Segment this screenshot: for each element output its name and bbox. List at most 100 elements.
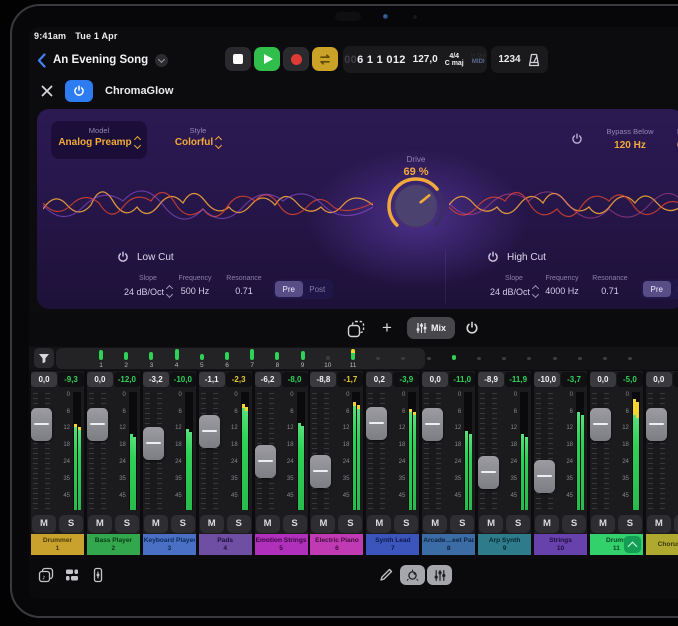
solo-button[interactable]: S: [338, 515, 362, 533]
bypass-below-control[interactable]: Bypass Below 120 Hz: [589, 127, 671, 151]
record-button[interactable]: [283, 47, 309, 71]
overview-channel[interactable]: [395, 347, 411, 370]
mute-button[interactable]: M: [32, 515, 56, 533]
overview-channel[interactable]: [370, 347, 386, 370]
low-cut-res-value[interactable]: 0.71: [219, 286, 269, 296]
overview-channel[interactable]: [471, 347, 487, 370]
add-track-button[interactable]: +: [376, 316, 398, 340]
back-chevron-icon[interactable]: [37, 53, 46, 68]
track-name-bar[interactable]: Bass Player 2: [87, 534, 140, 555]
high-cut-post-button[interactable]: Post: [672, 281, 678, 297]
channel-peak-db[interactable]: -3,9: [393, 372, 419, 387]
solo-button[interactable]: S: [562, 515, 586, 533]
fader-handle[interactable]: [255, 445, 276, 478]
overview-channel[interactable]: 8: [269, 347, 285, 370]
channel-peak-db[interactable]: -3,7: [561, 372, 587, 387]
track-name-bar[interactable]: Arp Synth 9: [478, 534, 531, 555]
track-name-bar[interactable]: Pads 4: [199, 534, 252, 555]
expand-stack-button[interactable]: [624, 536, 641, 553]
solo-button[interactable]: S: [115, 515, 139, 533]
mute-button[interactable]: M: [256, 515, 280, 533]
channel-peak-db[interactable]: -1,7: [337, 372, 363, 387]
solo-button[interactable]: S: [618, 515, 642, 533]
overview-channel[interactable]: 10: [320, 347, 336, 370]
overview-channel[interactable]: 2: [118, 347, 134, 370]
track-name-bar[interactable]: Synth Lead 7: [366, 534, 419, 555]
bypass-power-icon[interactable]: [571, 133, 583, 145]
track-name-bar[interactable]: Chorus V: [646, 534, 678, 555]
close-icon[interactable]: [41, 85, 53, 97]
channel-peak-db[interactable]: -10,0: [170, 372, 196, 387]
model-selector[interactable]: Model Analog Preamp: [51, 121, 147, 159]
mixer-faders-button[interactable]: [427, 565, 452, 585]
cycle-loop-button[interactable]: [312, 47, 338, 71]
high-cut-pre-button[interactable]: Pre: [643, 281, 671, 297]
mute-button[interactable]: M: [88, 515, 112, 533]
fader-handle[interactable]: [534, 460, 555, 493]
solo-button[interactable]: S: [59, 515, 83, 533]
overview-channel[interactable]: 6: [219, 347, 235, 370]
channel-strip-icon[interactable]: [90, 567, 106, 583]
low-cut-pre-button[interactable]: Pre: [275, 281, 303, 297]
track-name-bar[interactable]: Strings 10: [534, 534, 587, 555]
mixer-power-icon[interactable]: [465, 321, 479, 335]
stop-button[interactable]: [225, 47, 251, 71]
style-value[interactable]: Colorful: [159, 137, 237, 148]
channel-overview-strip[interactable]: 1 2 3 4 5 6 7 8 9 10 11: [29, 347, 678, 370]
track-name-bar[interactable]: Keyboard Player 3: [143, 534, 196, 555]
channel-peak-db[interactable]: -12,0: [114, 372, 140, 387]
metronome-icon[interactable]: [527, 53, 541, 67]
low-cut-slope-value[interactable]: 24 dB/Oct: [121, 286, 175, 297]
overview-channel[interactable]: 11: [345, 347, 361, 370]
controls-knob-button[interactable]: [400, 565, 425, 585]
duplicate-icon[interactable]: [347, 320, 365, 338]
style-selector[interactable]: Style Colorful: [159, 121, 237, 159]
mute-button[interactable]: M: [535, 515, 559, 533]
fader-handle[interactable]: [310, 455, 331, 488]
model-value[interactable]: Analog Preamp: [51, 137, 147, 148]
solo-button[interactable]: S: [506, 515, 530, 533]
mute-button[interactable]: M: [647, 515, 671, 533]
solo-button[interactable]: S: [171, 515, 195, 533]
drive-knob[interactable]: [381, 171, 451, 241]
count-in-button[interactable]: 1234: [498, 54, 520, 65]
tracks-stack-icon[interactable]: [64, 567, 80, 583]
loops-browser-icon[interactable]: ♪: [38, 567, 54, 583]
overview-channel[interactable]: 4: [169, 347, 185, 370]
mute-button[interactable]: M: [200, 515, 224, 533]
mute-button[interactable]: M: [479, 515, 503, 533]
channel-fader-db[interactable]: -1,1: [199, 372, 225, 387]
overview-channel[interactable]: [496, 347, 512, 370]
channel-fader-db[interactable]: 0,0: [87, 372, 113, 387]
channel-peak-db[interactable]: -11,9: [505, 372, 531, 387]
high-cut-freq-value[interactable]: 4000 Hz: [536, 286, 588, 296]
solo-button[interactable]: S: [227, 515, 251, 533]
mute-button[interactable]: M: [144, 515, 168, 533]
channel-fader-db[interactable]: -8,8: [310, 372, 336, 387]
channel-peak-db[interactable]: -2,3: [226, 372, 252, 387]
mute-button[interactable]: M: [423, 515, 447, 533]
channel-fader-db[interactable]: 0,0: [31, 372, 57, 387]
overview-channel[interactable]: [421, 347, 437, 370]
track-name-bar[interactable]: Arcade…eet Pad 8: [422, 534, 475, 555]
fader-handle[interactable]: [87, 408, 108, 441]
high-cut-slope-value[interactable]: 24 dB/Oct: [487, 286, 541, 297]
solo-button[interactable]: S: [283, 515, 307, 533]
overview-channel[interactable]: [547, 347, 563, 370]
overview-channel[interactable]: [446, 347, 462, 370]
fader-handle[interactable]: [31, 408, 52, 441]
channel-fader-db[interactable]: -3,2: [143, 372, 169, 387]
low-cut-freq-value[interactable]: 500 Hz: [169, 286, 221, 296]
overview-channel[interactable]: 7: [244, 347, 260, 370]
mix-button[interactable]: Mix: [407, 317, 455, 339]
fader-handle[interactable]: [478, 456, 499, 489]
low-cut-post-button[interactable]: Post: [304, 281, 332, 297]
fader-handle[interactable]: [366, 407, 387, 440]
channel-fader-db[interactable]: -8,9: [478, 372, 504, 387]
fader-handle[interactable]: [143, 427, 164, 460]
fader-handle[interactable]: [590, 408, 611, 441]
overview-channel[interactable]: 3: [143, 347, 159, 370]
channel-peak-db[interactable]: [673, 372, 678, 387]
filter-button[interactable]: [34, 348, 54, 368]
mute-button[interactable]: M: [367, 515, 391, 533]
